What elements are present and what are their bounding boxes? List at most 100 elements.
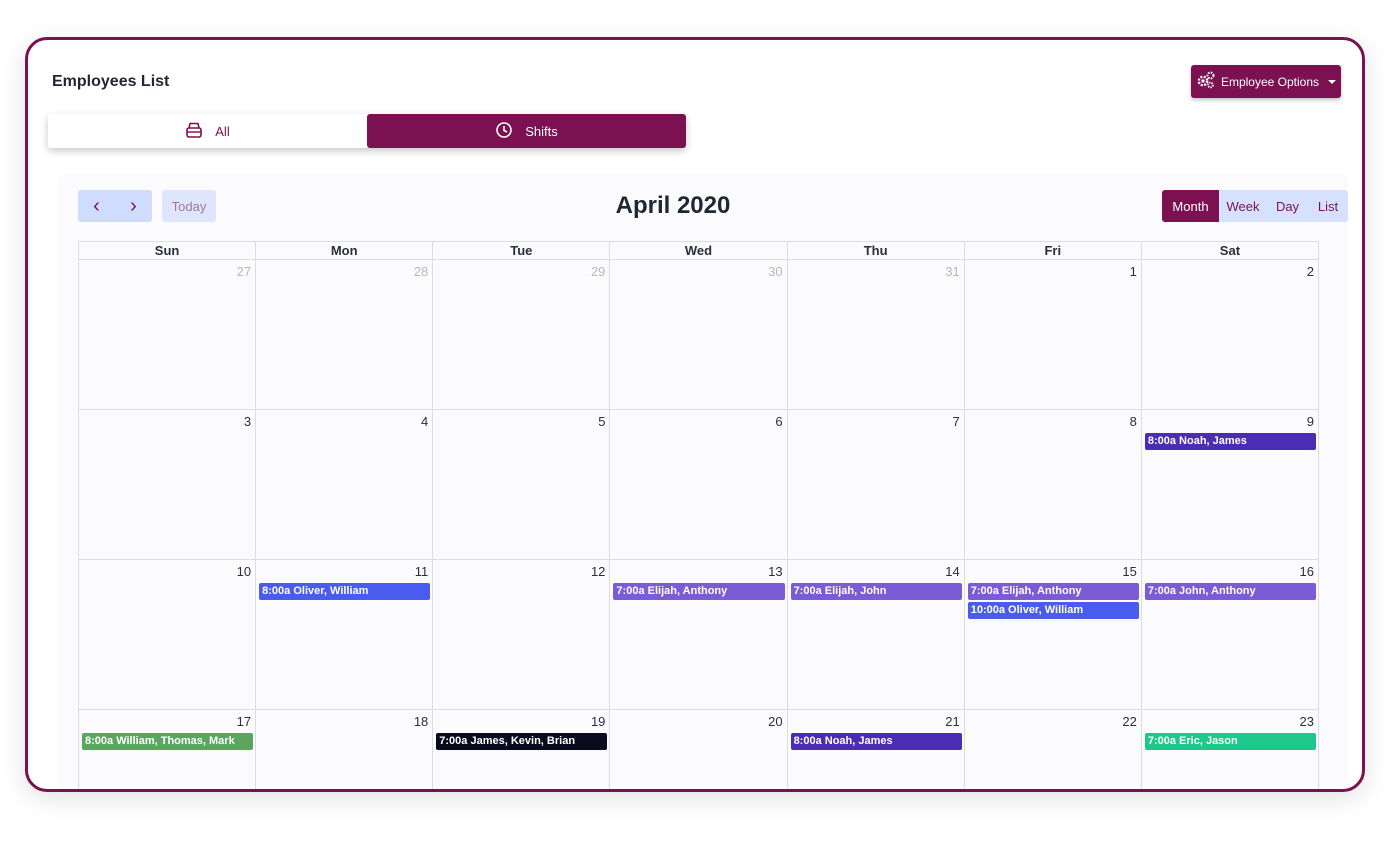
day-number[interactable]: 20 (610, 713, 786, 731)
day-cell[interactable]: 28 (256, 260, 434, 409)
day-cell[interactable]: 11 8:00a Oliver, William (256, 560, 434, 709)
day-number[interactable]: 13 (610, 563, 786, 581)
day-cell[interactable]: 29 (433, 260, 611, 409)
week-view-button[interactable]: Week (1219, 190, 1267, 222)
day-cell[interactable]: 4 (256, 410, 434, 559)
shift-event[interactable]: 8:00a Noah, James (1144, 433, 1316, 450)
calendar-title: April 2020 (615, 192, 731, 219)
employee-options-button[interactable]: Employee Options (1191, 65, 1341, 98)
day-number[interactable]: 10 (79, 563, 255, 581)
day-view-button[interactable]: Day (1267, 190, 1308, 222)
event-title: William, Thomas, Mark (116, 735, 235, 747)
day-number[interactable]: 2 (1142, 263, 1318, 281)
day-cell[interactable]: 3 (79, 410, 257, 559)
day-cell[interactable]: 18 (256, 710, 434, 789)
day-number[interactable]: 11 (256, 563, 432, 581)
today-button[interactable]: Today (162, 190, 216, 222)
shift-event[interactable]: 7:00a Elijah, John (790, 583, 962, 600)
day-cell[interactable]: 23 7:00a Eric, Jason (1142, 710, 1319, 789)
event-time: 7:00a (616, 585, 645, 597)
day-cell[interactable]: 6 (610, 410, 788, 559)
event-title: Eric, Jason (1179, 735, 1238, 747)
day-number[interactable]: 9 (1142, 413, 1318, 431)
event-time: 10:00a (970, 604, 1005, 616)
event-title: Oliver, William (293, 585, 369, 597)
event-time: 7:00a (439, 735, 468, 747)
month-grid: Sun Mon Tue Wed Thu Fri Sat 27 28 29 30 31 1 2 3 4 5 6 7 8… (78, 241, 1319, 789)
day-cell[interactable]: 13 7:00a Elijah, Anthony (610, 560, 788, 709)
day-cell[interactable]: 7 (788, 410, 965, 559)
day-number[interactable]: 18 (256, 713, 432, 731)
list-view-button[interactable]: List (1308, 190, 1348, 222)
shift-event[interactable]: 7:00a Elijah, Anthony (613, 583, 785, 600)
event-time: 7:00a (793, 585, 822, 597)
month-view-button[interactable]: Month (1162, 190, 1219, 222)
shift-event[interactable]: 7:00a Eric, Jason (1144, 733, 1316, 750)
day-number[interactable]: 28 (256, 263, 432, 281)
day-cell[interactable]: 14 7:00a Elijah, John (788, 560, 965, 709)
day-number[interactable]: 29 (433, 263, 609, 281)
day-cell[interactable]: 27 (79, 260, 257, 409)
day-number[interactable]: 23 (1142, 713, 1318, 731)
day-cell[interactable]: 30 (610, 260, 788, 409)
day-cell[interactable]: 1 (965, 260, 1142, 409)
tab-shifts[interactable]: Shifts (367, 114, 686, 148)
day-number[interactable]: 12 (433, 563, 609, 581)
day-cell[interactable]: 15 7:00a Elijah, Anthony 10:00a Oliver, Wi… (965, 560, 1142, 709)
day-cell[interactable]: 2 (1142, 260, 1319, 409)
inbox-icon (185, 121, 203, 142)
day-cell[interactable]: 16 7:00a John, Anthony (1142, 560, 1319, 709)
view-mode-group: Month Week Day List (1162, 190, 1348, 222)
tab-all-label: All (215, 123, 230, 139)
day-cell[interactable]: 9 8:00a Noah, James (1142, 410, 1319, 559)
shift-event[interactable]: 7:00a Elijah, Anthony (967, 583, 1139, 600)
day-number[interactable]: 1 (965, 263, 1141, 281)
day-number[interactable]: 31 (788, 263, 964, 281)
day-number[interactable]: 21 (788, 713, 964, 731)
day-number[interactable]: 15 (965, 563, 1141, 581)
day-number[interactable]: 17 (79, 713, 255, 731)
event-title: Elijah, Anthony (1001, 585, 1082, 597)
shift-event[interactable]: 8:00a William, Thomas, Mark (82, 733, 254, 750)
shift-event[interactable]: 8:00a Oliver, William (259, 583, 431, 600)
day-number[interactable]: 30 (610, 263, 786, 281)
event-title: Elijah, John (824, 585, 887, 597)
chevron-left-icon: ‹ (93, 194, 100, 217)
day-number[interactable]: 22 (965, 713, 1141, 731)
week-row: 10 11 8:00a Oliver, William 12 13 7:00a Elija… (79, 560, 1319, 710)
day-cell[interactable]: 22 (965, 710, 1142, 789)
shift-event[interactable]: 7:00a John, Anthony (1144, 583, 1316, 600)
day-number[interactable]: 16 (1142, 563, 1318, 581)
day-cell[interactable]: 5 (433, 410, 611, 559)
day-cell[interactable]: 19 7:00a James, Kevin, Brian (433, 710, 611, 789)
day-number[interactable]: 14 (788, 563, 964, 581)
day-cell[interactable]: 21 8:00a Noah, James (788, 710, 965, 789)
day-number[interactable]: 5 (433, 413, 609, 431)
shift-event[interactable]: 8:00a Noah, James (790, 733, 962, 750)
caret-down-icon (1328, 79, 1337, 84)
event-time: 7:00a (970, 585, 999, 597)
event-time: 8:00a (793, 735, 822, 747)
event-time: 8:00a (1147, 435, 1176, 447)
day-cell[interactable]: 12 (433, 560, 611, 709)
day-number[interactable]: 19 (433, 713, 609, 731)
day-cell[interactable]: 8 (965, 410, 1142, 559)
shift-event[interactable]: 7:00a James, Kevin, Brian (436, 733, 608, 750)
day-number[interactable]: 27 (79, 263, 255, 281)
day-number[interactable]: 4 (256, 413, 432, 431)
prev-month-button[interactable]: ‹ (78, 190, 115, 222)
tab-all[interactable]: All (48, 114, 367, 148)
day-number[interactable]: 7 (788, 413, 964, 431)
event-title: Oliver, William (1008, 604, 1084, 616)
day-of-week-thu: Thu (788, 242, 965, 259)
next-month-button[interactable]: › (115, 190, 152, 222)
day-cell[interactable]: 10 (79, 560, 257, 709)
day-number[interactable]: 8 (965, 413, 1141, 431)
day-number[interactable]: 6 (610, 413, 786, 431)
day-cell[interactable]: 31 (788, 260, 965, 409)
day-number[interactable]: 3 (79, 413, 255, 431)
day-cell[interactable]: 17 8:00a William, Thomas, Mark (79, 710, 257, 789)
tab-shifts-label: Shifts (525, 123, 558, 139)
day-cell[interactable]: 20 (610, 710, 788, 789)
shift-event[interactable]: 10:00a Oliver, William (967, 602, 1139, 619)
